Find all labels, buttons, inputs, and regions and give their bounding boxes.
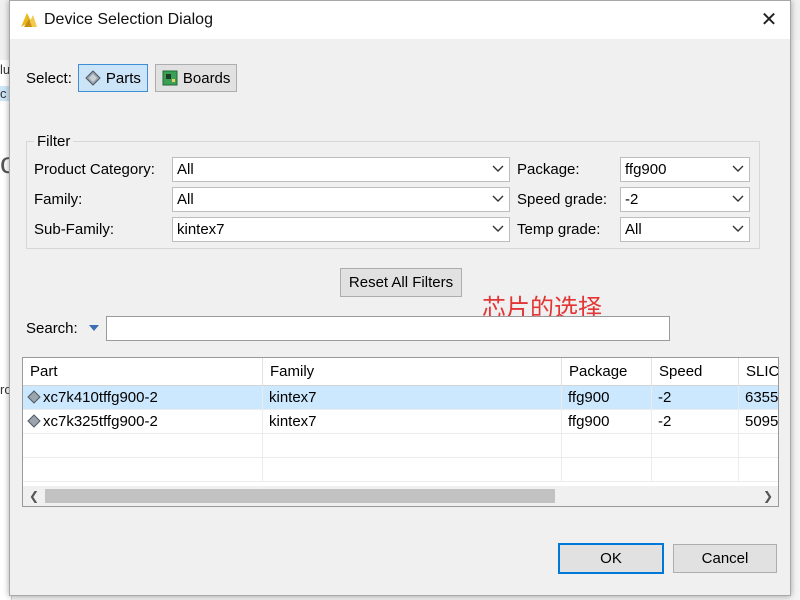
board-icon bbox=[162, 70, 178, 86]
title-bar: Device Selection Dialog ✕ bbox=[10, 1, 790, 39]
empty-cell bbox=[23, 458, 263, 482]
column-header-package[interactable]: Package bbox=[562, 358, 652, 386]
package-label: Package: bbox=[517, 161, 580, 178]
scroll-left-icon[interactable]: ❮ bbox=[26, 488, 42, 504]
filter-legend: Filter bbox=[34, 133, 74, 150]
temp-grade-label: Temp grade: bbox=[517, 221, 601, 238]
parts-table: Part Family Package Speed SLICI xc7k410t… bbox=[22, 357, 779, 507]
sub-family-select[interactable]: kintex7 bbox=[172, 217, 510, 242]
empty-cell bbox=[652, 434, 739, 458]
chevron-down-icon bbox=[732, 195, 744, 202]
parts-button-label: Parts bbox=[105, 69, 141, 87]
slices-cell: 5095 bbox=[739, 410, 778, 434]
empty-cell bbox=[23, 434, 263, 458]
select-label: Select: bbox=[26, 69, 72, 87]
chevron-down-icon bbox=[492, 165, 504, 172]
close-icon: ✕ bbox=[760, 9, 778, 31]
ok-button[interactable]: OK bbox=[558, 543, 664, 574]
chevron-down-icon bbox=[732, 165, 744, 172]
part-name: xc7k410tffg900-2 bbox=[43, 389, 158, 406]
table-row[interactable]: xc7k410tffg900-2 kintex7 ffg900 -2 6355 bbox=[23, 386, 778, 410]
family-cell: kintex7 bbox=[263, 410, 562, 434]
chevron-down-icon bbox=[732, 225, 744, 232]
horizontal-scrollbar[interactable]: ❮ ❯ bbox=[23, 486, 778, 506]
family-value: All bbox=[177, 191, 194, 208]
chevron-down-icon bbox=[492, 225, 504, 232]
part-cell: xc7k325tffg900-2 bbox=[23, 410, 263, 434]
family-cell: kintex7 bbox=[263, 386, 562, 410]
package-select[interactable]: ffg900 bbox=[620, 157, 750, 182]
chip-icon bbox=[27, 414, 41, 428]
empty-cell bbox=[562, 434, 652, 458]
boards-button-label: Boards bbox=[182, 69, 231, 87]
part-cell: xc7k410tffg900-2 bbox=[23, 386, 263, 410]
temp-grade-value: All bbox=[625, 221, 642, 238]
sub-family-value: kintex7 bbox=[177, 221, 225, 238]
family-label: Family: bbox=[34, 191, 83, 208]
speed-cell: -2 bbox=[652, 410, 739, 434]
temp-grade-select[interactable]: All bbox=[620, 217, 750, 242]
column-header-speed[interactable]: Speed bbox=[652, 358, 739, 386]
search-options-dropdown-icon[interactable] bbox=[88, 322, 100, 334]
search-input[interactable] bbox=[106, 316, 670, 341]
empty-cell bbox=[652, 458, 739, 482]
column-header-part[interactable]: Part bbox=[23, 358, 263, 386]
sub-family-label: Sub-Family: bbox=[34, 221, 115, 238]
part-name: xc7k325tffg900-2 bbox=[43, 413, 158, 430]
package-cell: ffg900 bbox=[562, 410, 652, 434]
table-row[interactable]: xc7k325tffg900-2 kintex7 ffg900 -2 5095 bbox=[23, 410, 778, 434]
column-header-slices[interactable]: SLICI bbox=[739, 358, 778, 386]
column-header-family[interactable]: Family bbox=[263, 358, 562, 386]
select-mode-row: Select: Parts Boards bbox=[26, 63, 244, 93]
chip-icon bbox=[85, 70, 101, 86]
speed-grade-value: -2 bbox=[625, 191, 639, 208]
dialog-title: Device Selection Dialog bbox=[44, 11, 213, 28]
empty-cell bbox=[562, 458, 652, 482]
package-value: ffg900 bbox=[625, 161, 667, 178]
empty-row bbox=[23, 434, 778, 458]
chevron-down-icon bbox=[492, 195, 504, 202]
boards-button[interactable]: Boards bbox=[154, 64, 238, 92]
product-category-select[interactable]: All bbox=[172, 157, 510, 182]
vivado-logo-icon bbox=[21, 13, 37, 27]
search-label: Search: bbox=[26, 320, 78, 337]
speed-cell: -2 bbox=[652, 386, 739, 410]
device-selection-dialog: Device Selection Dialog ✕ Select: Parts … bbox=[9, 0, 791, 596]
close-button[interactable]: ✕ bbox=[756, 7, 782, 33]
family-select[interactable]: All bbox=[172, 187, 510, 212]
chip-icon bbox=[27, 390, 41, 404]
product-category-label: Product Category: bbox=[34, 161, 155, 178]
package-cell: ffg900 bbox=[562, 386, 652, 410]
empty-cell bbox=[263, 434, 562, 458]
background-text: c bbox=[0, 86, 9, 101]
cancel-button[interactable]: Cancel bbox=[673, 544, 777, 573]
empty-cell bbox=[263, 458, 562, 482]
empty-row bbox=[23, 458, 778, 482]
slices-cell: 6355 bbox=[739, 386, 778, 410]
background-right-panel bbox=[790, 40, 800, 600]
product-category-value: All bbox=[177, 161, 194, 178]
reset-all-filters-button[interactable]: Reset All Filters bbox=[340, 268, 462, 297]
scrollbar-thumb[interactable] bbox=[45, 489, 555, 503]
speed-grade-label: Speed grade: bbox=[517, 191, 608, 208]
speed-grade-select[interactable]: -2 bbox=[620, 187, 750, 212]
parts-button[interactable]: Parts bbox=[77, 64, 148, 92]
scroll-right-icon[interactable]: ❯ bbox=[760, 488, 776, 504]
